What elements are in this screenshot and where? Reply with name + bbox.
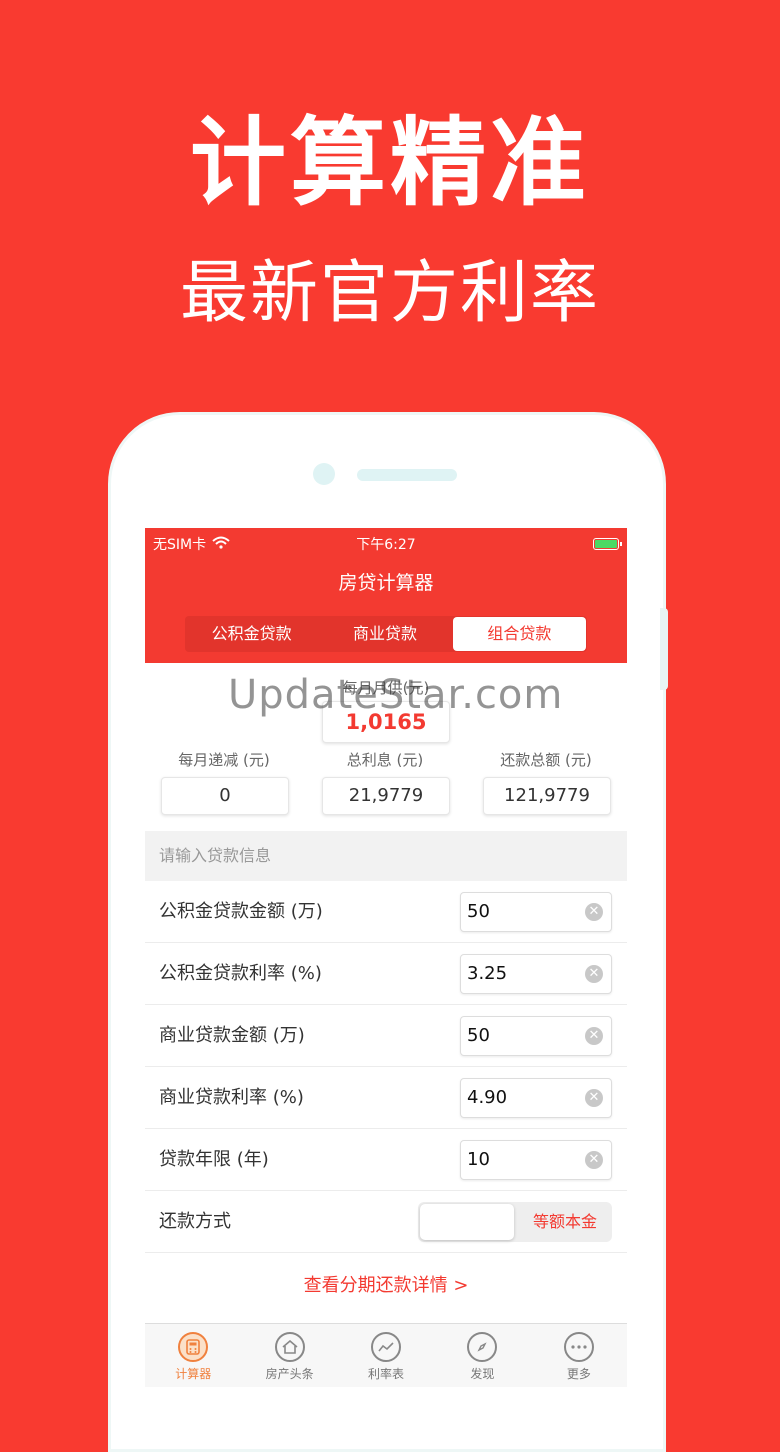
bottom-tab-bar: 计算器 房产头条 利率表 发现 更多 <box>145 1323 627 1387</box>
tab-discover-label: 发现 <box>470 1367 495 1381</box>
commercial-amount-input[interactable]: 50 ✕ <box>460 1016 612 1056</box>
chart-line-icon <box>371 1332 402 1362</box>
clear-icon[interactable]: ✕ <box>585 1089 603 1107</box>
housing-fund-rate-row: 公积金贷款利率 (%) 3.25 ✕ <box>145 943 627 1005</box>
repayment-method-label: 还款方式 <box>159 1211 231 1232</box>
tab-more-label: 更多 <box>566 1367 591 1381</box>
toggle-knob[interactable] <box>420 1204 514 1240</box>
tab-calculator[interactable]: 计算器 <box>145 1324 241 1387</box>
installment-details-link[interactable]: 查看分期还款详情 > <box>145 1271 627 1297</box>
promo-subheadline: 最新官方利率 <box>179 254 600 333</box>
clear-icon[interactable]: ✕ <box>585 903 603 921</box>
house-icon <box>274 1332 305 1362</box>
monthly-decrease-label: 每月递减 (元) <box>178 751 270 769</box>
calculator-icon <box>178 1332 209 1362</box>
status-time: 下午6:27 <box>356 537 416 553</box>
tab-rate-table[interactable]: 利率表 <box>338 1324 434 1387</box>
housing-fund-rate-value: 3.25 <box>467 963 508 984</box>
phone-camera <box>313 463 335 485</box>
housing-fund-amount-input[interactable]: 50 ✕ <box>460 892 612 932</box>
app-header: 无SIM卡 下午6:27 房贷计算器 公积金贷款 商业贷款 组合贷款 <box>145 528 627 663</box>
compass-icon <box>467 1332 498 1362</box>
commercial-rate-input[interactable]: 4.90 ✕ <box>460 1078 612 1118</box>
phone-speaker <box>357 469 457 481</box>
app-screen: 无SIM卡 下午6:27 房贷计算器 公积金贷款 商业贷款 组合贷款 每月月供(… <box>145 528 627 1387</box>
housing-fund-rate-input[interactable]: 3.25 ✕ <box>460 954 612 994</box>
tab-housing-fund-loan[interactable]: 公积金贷款 <box>185 616 318 652</box>
commercial-rate-row: 商业贷款利率 (%) 4.90 ✕ <box>145 1067 627 1129</box>
tab-combined-loan[interactable]: 组合贷款 <box>452 617 586 651</box>
promo-headline: 计算精准 <box>190 107 590 219</box>
status-bar: 无SIM卡 下午6:27 <box>145 532 627 556</box>
form-section-title: 请输入贷款信息 <box>145 831 627 881</box>
total-interest-value: 21,9779 <box>322 777 450 815</box>
commercial-rate-label: 商业贷款利率 (%) <box>159 1087 304 1108</box>
commercial-rate-value: 4.90 <box>467 1087 508 1108</box>
phone-side-button <box>660 608 668 690</box>
commercial-amount-row: 商业贷款金额 (万) 50 ✕ <box>145 1005 627 1067</box>
loan-type-tabs: 公积金贷款 商业贷款 组合贷款 <box>185 616 587 652</box>
clear-icon[interactable]: ✕ <box>585 965 603 983</box>
tab-calculator-label: 计算器 <box>175 1367 212 1381</box>
total-interest-label: 总利息 (元) <box>346 751 424 769</box>
total-repayment-value: 121,9779 <box>483 777 611 815</box>
clear-icon[interactable]: ✕ <box>585 1151 603 1169</box>
watermark-text: UpdateStar.com <box>228 672 564 718</box>
tab-real-estate-news[interactable]: 房产头条 <box>241 1324 337 1387</box>
loan-term-value: 10 <box>467 1149 490 1170</box>
clear-icon[interactable]: ✕ <box>585 1027 603 1045</box>
loan-term-row: 贷款年限 (年) 10 ✕ <box>145 1129 627 1191</box>
commercial-amount-label: 商业贷款金额 (万) <box>159 1025 305 1046</box>
battery-icon <box>593 538 622 550</box>
tab-commercial-loan[interactable]: 商业贷款 <box>318 616 451 652</box>
housing-fund-amount-value: 50 <box>467 901 490 922</box>
tab-rate-table-label: 利率表 <box>368 1367 405 1381</box>
app-title: 房贷计算器 <box>338 572 434 594</box>
total-repayment-label: 还款总额 (元) <box>500 751 592 769</box>
repayment-method-row: 还款方式 等额本金 <box>145 1191 627 1253</box>
tab-discover[interactable]: 发现 <box>434 1324 530 1387</box>
housing-fund-amount-row: 公积金贷款金额 (万) 50 ✕ <box>145 881 627 943</box>
repayment-method-option[interactable]: 等额本金 <box>518 1202 612 1242</box>
loan-term-input[interactable]: 10 ✕ <box>460 1140 612 1180</box>
housing-fund-rate-label: 公积金贷款利率 (%) <box>159 963 322 984</box>
monthly-decrease-value: 0 <box>161 777 289 815</box>
repayment-method-toggle[interactable]: 等额本金 <box>418 1202 612 1242</box>
housing-fund-amount-label: 公积金贷款金额 (万) <box>159 901 323 922</box>
commercial-amount-value: 50 <box>467 1025 490 1046</box>
tab-real-estate-news-label: 房产头条 <box>265 1367 314 1381</box>
loan-term-label: 贷款年限 (年) <box>159 1149 269 1170</box>
tab-more[interactable]: 更多 <box>531 1324 627 1387</box>
more-dots-icon <box>563 1332 594 1362</box>
